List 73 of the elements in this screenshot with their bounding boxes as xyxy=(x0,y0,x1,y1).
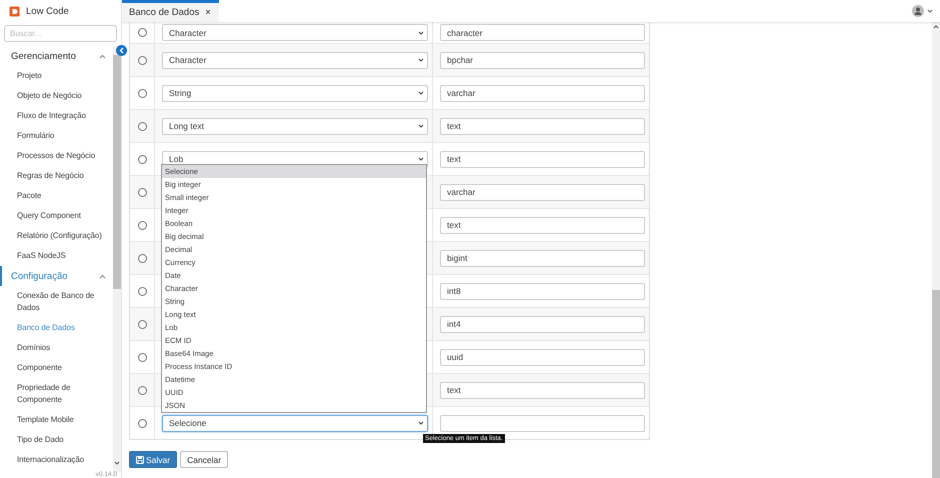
radio-button[interactable] xyxy=(138,188,146,196)
save-button[interactable]: Salvar xyxy=(129,451,178,468)
menu-item[interactable]: Objeto de Negócio xyxy=(0,86,113,106)
menu-item[interactable]: Internacionalização xyxy=(0,450,113,470)
radio-button[interactable] xyxy=(138,254,146,262)
avatar-icon[interactable] xyxy=(912,5,924,17)
select-field[interactable]: Character xyxy=(162,52,428,68)
menu-item[interactable]: Query Component xyxy=(0,206,113,226)
menu-item[interactable]: Formulário xyxy=(0,126,113,146)
text-field[interactable]: bpchar xyxy=(440,52,645,68)
menu-item[interactable]: Conexão de Banco de Dados xyxy=(0,286,113,318)
scroll-down-icon[interactable] xyxy=(113,460,121,466)
radio-button[interactable] xyxy=(138,88,146,98)
text-field[interactable]: varchar xyxy=(440,84,645,102)
menu-item[interactable]: Componente xyxy=(0,358,113,378)
chevron-down-icon xyxy=(418,30,424,34)
radio-button[interactable] xyxy=(138,122,146,130)
menu-item[interactable]: Tipo de Dado xyxy=(0,430,113,450)
radio-button[interactable] xyxy=(138,56,146,64)
radio-button[interactable] xyxy=(138,154,146,164)
menu-item[interactable]: Processos de Negócio xyxy=(0,146,113,166)
menu-group[interactable]: Gerenciamento xyxy=(0,46,113,66)
text-field[interactable]: varchar xyxy=(440,184,645,200)
radio-button[interactable] xyxy=(138,220,146,230)
chevron-icon xyxy=(99,54,106,58)
menu-item[interactable]: Template Mobile xyxy=(0,410,113,430)
radio-button[interactable] xyxy=(138,286,146,296)
select-field[interactable]: Long text xyxy=(162,118,428,134)
text-field[interactable]: text xyxy=(440,382,645,398)
close-icon[interactable]: × xyxy=(205,7,211,18)
radio-button[interactable] xyxy=(138,352,146,362)
menu-item[interactable]: FaaS NodeJS xyxy=(0,246,113,266)
chevron-down-icon[interactable] xyxy=(927,9,933,13)
text-field[interactable] xyxy=(440,414,645,432)
chevron-down-icon xyxy=(418,421,424,425)
chevron-icon xyxy=(99,274,106,278)
chevron-down-icon xyxy=(418,157,424,161)
radio-button[interactable] xyxy=(138,386,146,394)
select-field[interactable]: Character xyxy=(162,24,428,41)
select-field[interactable]: String xyxy=(162,84,428,102)
text-field[interactable]: int8 xyxy=(440,282,645,300)
radio-button[interactable] xyxy=(138,418,146,428)
menu-item[interactable]: Propriedade de Componente xyxy=(0,378,113,410)
collapse-button[interactable] xyxy=(116,45,127,56)
scroll-up-icon[interactable] xyxy=(932,24,940,30)
radio-button[interactable] xyxy=(138,320,146,328)
tab[interactable]: Banco de Dados × xyxy=(122,0,219,22)
text-field[interactable]: int4 xyxy=(440,316,645,332)
menu-item[interactable]: Banco de Dados xyxy=(0,318,113,338)
app-name: Low Code xyxy=(26,6,69,16)
menu-item[interactable]: Regras de Negócio xyxy=(0,166,113,186)
text-field[interactable]: text xyxy=(440,216,645,234)
cancel-button[interactable]: Cancelar xyxy=(180,451,228,468)
logo-icon xyxy=(9,6,20,16)
menu-item[interactable]: Relatório (Configuração) xyxy=(0,226,113,246)
select-field[interactable]: Selecione xyxy=(162,414,428,432)
menu-item[interactable]: Fluxo de Integração xyxy=(0,106,113,126)
text-field[interactable]: text xyxy=(440,150,645,168)
menu-item[interactable]: Pacote xyxy=(0,186,113,206)
text-field[interactable]: character xyxy=(440,24,645,41)
chevron-left-icon xyxy=(119,47,124,54)
chevron-down-icon xyxy=(418,91,424,95)
menu-item[interactable]: Domínios xyxy=(0,338,113,358)
menu-item[interactable]: Projeto xyxy=(0,66,113,86)
text-field[interactable]: uuid xyxy=(440,348,645,366)
chevron-down-icon xyxy=(418,124,424,128)
text-field[interactable]: bigint xyxy=(440,250,645,266)
text-field[interactable]: text xyxy=(440,118,645,134)
chevron-down-icon xyxy=(418,58,424,62)
scrollbar-thumb[interactable] xyxy=(113,55,121,289)
scrollbar-thumb[interactable] xyxy=(932,290,940,478)
save-icon xyxy=(136,456,144,464)
radio-button[interactable] xyxy=(138,28,146,37)
